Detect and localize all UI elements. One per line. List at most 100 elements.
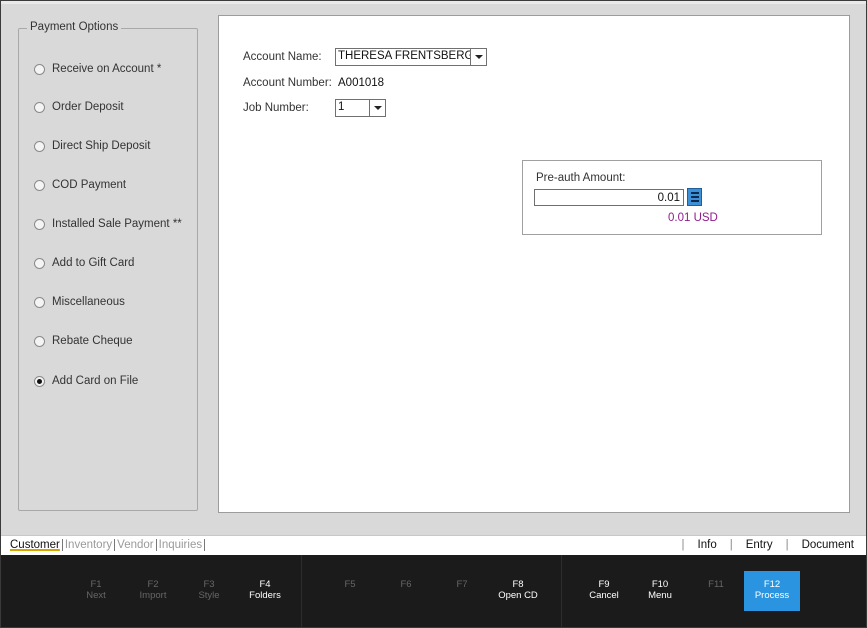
tab-info[interactable]: Info [698,539,717,551]
f6-key-code: F6 [400,579,412,590]
f2-key-code: F2 [147,579,159,590]
f11-key[interactable]: F11 [688,579,744,590]
f4-key-code: F4 [259,579,271,590]
payment-options-group: Payment Options Receive on Account * Ord… [18,21,198,511]
f9-key-code: F9 [598,579,610,590]
radio-rebate-cheque[interactable]: Rebate Cheque [34,333,133,349]
preauth-label: Pre-auth Amount: [536,172,626,184]
divider: | [729,539,733,551]
context-tabs: | Info | Entry | Document [669,539,854,551]
f10-key-label: Menu [648,590,672,601]
f7-key[interactable]: F7 [434,579,490,590]
job-number-value: 1 [338,101,345,113]
payment-window: Payment Options Receive on Account * Ord… [0,0,867,628]
f8-open-cd-key[interactable]: F8 Open CD [490,579,546,601]
f9-key-label: Cancel [589,590,619,601]
calculator-button[interactable] [687,188,702,206]
f5-key-code: F5 [344,579,356,590]
job-number-label: Job Number: [243,102,309,114]
radio-label: Add Card on File [52,375,139,387]
tab-inquiries[interactable]: Inquiries [157,539,206,551]
radio-order-deposit[interactable]: Order Deposit [34,99,124,115]
window-top-border [1,1,866,4]
radio-label: Order Deposit [52,101,124,113]
f6-key[interactable]: F6 [378,579,434,590]
radio-add-to-gift-card[interactable]: Add to Gift Card [34,255,134,271]
radio-add-card-on-file[interactable]: Add Card on File [34,373,138,389]
radio-label: Receive on Account * [52,63,162,75]
radio-label: Rebate Cheque [52,335,133,347]
radio-button-checked-icon[interactable] [34,375,45,387]
f2-key-label: Import [139,590,167,601]
calculator-icon-line [690,196,699,198]
tab-inventory[interactable]: Inventory [63,539,116,551]
radio-button-icon[interactable] [34,257,45,269]
function-key-bar: F1 Next F2 Import F3 Style F4 Folders F5 F6 … [1,555,866,627]
divider [301,555,302,627]
radio-button-icon[interactable] [34,63,45,75]
calculator-icon [690,192,699,194]
f4-folders-key[interactable]: F4 Folders [237,579,293,601]
account-name-dropdown[interactable]: THERESA FRENTSBERG [335,48,487,66]
radio-button-icon[interactable] [34,335,45,347]
radio-button-icon[interactable] [34,140,45,152]
account-number-label: Account Number: [243,77,332,89]
account-name-value: THERESA FRENTSBERG [338,50,474,62]
f3-key-code: F3 [203,579,215,590]
radio-label: Direct Ship Deposit [52,140,151,152]
module-tab-strip: Customer Inventory Vendor Inquiries | In… [1,535,866,556]
divider: | [681,539,685,551]
f2-key[interactable]: F2 Import [125,579,181,601]
f12-process-button[interactable]: F12 Process [744,571,800,611]
radio-cod-payment[interactable]: COD Payment [34,177,126,193]
radio-miscellaneous[interactable]: Miscellaneous [34,294,125,310]
f1-key[interactable]: F1 Next [68,579,124,601]
f10-key-code: F10 [651,579,669,590]
radio-direct-ship-deposit[interactable]: Direct Ship Deposit [34,138,150,154]
f10-menu-key[interactable]: F10 Menu [632,579,688,601]
radio-label: Installed Sale Payment ** [52,218,182,230]
tab-entry[interactable]: Entry [746,539,773,551]
calculator-icon-line [690,200,699,202]
f5-key[interactable]: F5 [322,579,378,590]
f8-key-code: F8 [512,579,524,590]
f1-key-label: Next [86,590,106,601]
radio-label: Add to Gift Card [52,257,135,269]
account-name-label: Account Name: [243,51,322,63]
f12-key-code: F12 [763,579,781,590]
tab-document[interactable]: Document [802,539,854,551]
divider [561,555,562,627]
f3-key[interactable]: F3 Style [181,579,237,601]
chevron-down-icon [474,55,483,59]
f3-key-label: Style [198,590,220,601]
preauth-amount-input[interactable] [534,189,684,206]
radio-button-icon[interactable] [34,296,45,308]
converted-amount: 0.01 USD [668,212,718,224]
f11-key-code: F11 [708,579,724,590]
radio-label: COD Payment [52,179,127,191]
job-number-dropdown-button[interactable] [369,100,385,116]
radio-button-icon[interactable] [34,179,45,191]
radio-label: Miscellaneous [52,296,125,308]
account-name-dropdown-button[interactable] [470,49,486,65]
job-number-dropdown[interactable]: 1 [335,99,386,117]
f1-key-code: F1 [90,579,102,590]
preauth-box: Pre-auth Amount: 0.01 USD [522,160,822,235]
f12-key-label: Process [754,590,790,601]
f4-key-label: Folders [249,590,281,601]
account-number-value: A001018 [338,77,385,89]
module-tabs: Customer Inventory Vendor Inquiries [8,539,206,551]
tab-vendor[interactable]: Vendor [115,539,157,551]
f8-key-label: Open CD [498,590,538,601]
chevron-down-icon [373,106,382,110]
f9-cancel-key[interactable]: F9 Cancel [576,579,632,601]
radio-button-icon[interactable] [34,218,45,230]
f7-key-code: F7 [456,579,468,590]
tab-customer[interactable]: Customer [8,539,63,551]
details-panel: Account Name: THERESA FRENTSBERG Account… [218,15,850,513]
radio-button-icon[interactable] [34,101,45,113]
radio-installed-sale-payment[interactable]: Installed Sale Payment ** [34,216,182,232]
divider: | [785,539,789,551]
payment-options-legend: Payment Options [27,21,122,33]
radio-receive-on-account[interactable]: Receive on Account * [34,61,161,77]
